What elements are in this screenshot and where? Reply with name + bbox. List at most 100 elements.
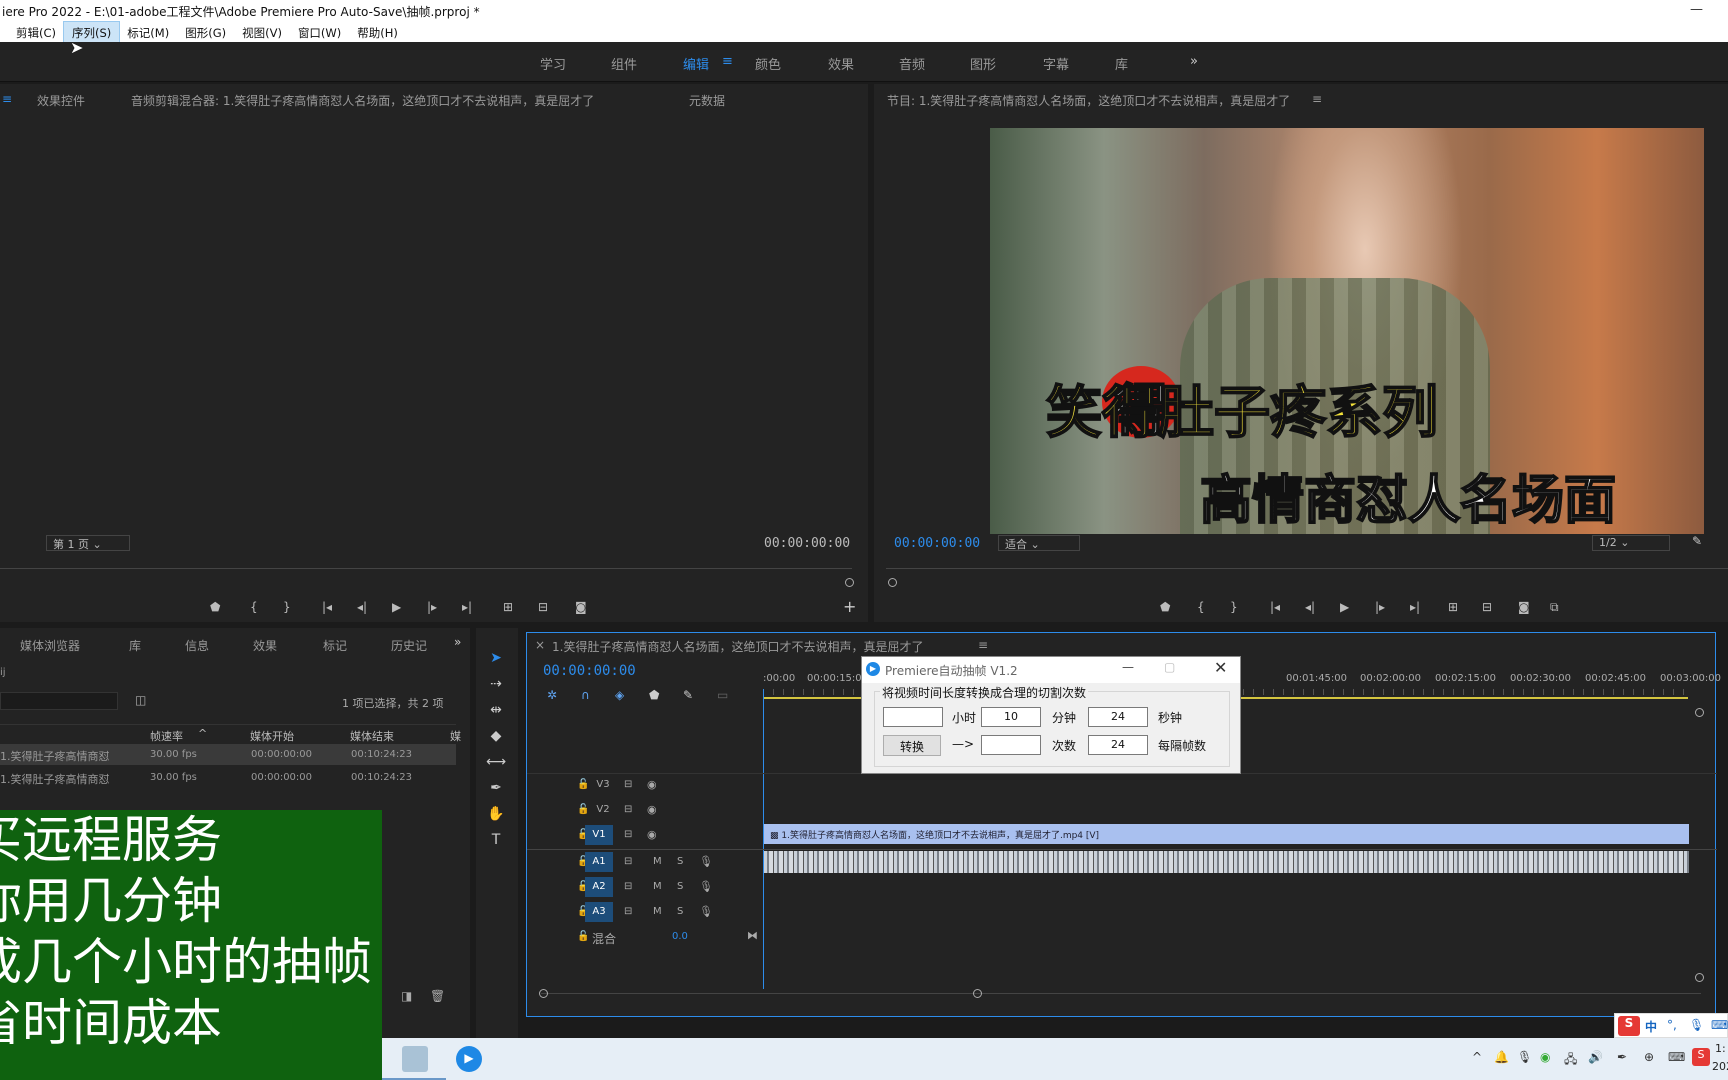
mute-button[interactable]: M [653,906,662,917]
wrench-icon[interactable]: ✎ [1692,534,1702,548]
program-menu-icon[interactable]: ≡ [1312,92,1322,106]
clock-date[interactable]: 202 [1712,1060,1728,1073]
timeline-scrollbar[interactable] [541,993,1701,994]
punct-icon[interactable]: °, [1667,1018,1677,1032]
track-label[interactable]: V3 [589,775,617,795]
slip-tool-icon[interactable]: ⟷ [486,754,506,774]
scroll-handle[interactable] [845,578,854,587]
source-scrubber[interactable] [0,568,852,569]
menu-view[interactable]: 视图(V) [234,22,290,42]
menu-markers[interactable]: 标记(M) [119,22,177,42]
table-row[interactable]: 1.笑得肚子疼高情商怼 30.00 fps 00:00:00:00 00:10:… [0,767,456,788]
new-bin-icon[interactable]: ◫ [135,693,146,707]
track-label[interactable]: A3 [585,902,613,922]
ws-color[interactable]: 颜色 [755,54,781,73]
scroll-start-handle[interactable] [539,989,548,998]
tab-media-browser[interactable]: 媒体浏览器 [20,637,80,654]
linked-select-icon[interactable]: ◈ [615,688,624,702]
mix-value[interactable]: 0.0 [672,931,688,942]
lift-icon[interactable]: ⊞ [1448,600,1458,614]
p-mark-out-icon[interactable]: } [1230,600,1238,614]
snap-icon[interactable]: ∩ [581,688,590,702]
tab-history[interactable]: 历史记 [391,637,427,654]
ime-lang[interactable]: 中 [1645,1018,1657,1035]
hours-input[interactable] [883,707,943,727]
p-camera-icon[interactable]: ◙ [1518,600,1530,614]
tab-info[interactable]: 信息 [185,637,209,654]
clock-time[interactable]: 1: [1715,1042,1726,1055]
convert-button[interactable]: 转换 [883,735,941,756]
more-chevron-icon[interactable]: » [1190,54,1198,69]
minimize-button[interactable]: — [1690,2,1703,17]
p-go-out-icon[interactable]: ▸| [1410,600,1420,614]
ws-libraries[interactable]: 库 [1115,54,1128,73]
minutes-input[interactable]: 10 [981,707,1041,727]
seconds-input[interactable]: 24 [1088,707,1148,727]
ime-keyboard-icon[interactable]: ⌨ [1711,1018,1728,1032]
mark-in-icon[interactable]: { [250,600,258,614]
p-mark-in-icon[interactable]: { [1197,600,1205,614]
go-to-out-icon[interactable]: ▸| [462,600,472,614]
settings-wrench-icon[interactable]: ✎ [683,688,693,702]
ws-captions[interactable]: 字幕 [1043,54,1069,73]
page-select[interactable]: 第 1 页 ⌄ [46,535,130,551]
tray-app-icon[interactable]: ◉ [1540,1050,1550,1064]
project-search-input[interactable] [0,692,118,710]
marker-icon[interactable]: ⬟ [210,600,220,614]
p-step-forward-icon[interactable]: |▸ [1375,600,1385,614]
ws-learn[interactable]: 学习 [540,54,566,73]
interval-input[interactable]: 24 [1088,735,1148,755]
lock-icon[interactable]: 🔓 [577,931,589,942]
extract-icon[interactable]: ⊟ [1482,600,1492,614]
razor-tool-icon[interactable]: ◆ [486,728,506,748]
pen-icon[interactable]: ✒ [1617,1050,1627,1064]
hand-tool-icon[interactable]: ✋ [486,806,506,826]
sync-icon[interactable]: ⊟ [624,804,632,815]
table-row[interactable]: 1.笑得肚子疼高情商怼 30.00 fps 00:00:00:00 00:10:… [0,744,456,765]
fit-select[interactable]: 适合 ⌄ [998,535,1080,551]
captions-icon[interactable]: ▭ [717,688,728,702]
dialog-maximize-button[interactable]: ▢ [1164,660,1175,674]
count-output[interactable] [981,735,1041,755]
timeline-menu-icon[interactable]: ≡ [978,638,988,652]
sogou-icon[interactable]: S [1692,1048,1710,1066]
close-tab-icon[interactable]: × [535,638,545,652]
sync-icon[interactable]: ⊟ [624,856,632,867]
ws-menu-icon[interactable]: ≡ [722,54,733,69]
v-scroll-handle-bottom[interactable] [1695,973,1704,982]
p-play-icon[interactable]: ▶ [1340,600,1349,614]
overwrite-icon[interactable]: ⊟ [538,600,548,614]
notes-app-icon[interactable] [402,1046,428,1072]
menu-edit[interactable]: 剪辑(C) [0,22,64,42]
trash-icon[interactable]: 🗑 [430,989,445,1003]
timeline-timecode[interactable]: 00:00:00:00 [543,663,636,679]
keyboard-icon[interactable]: ⌨ [1668,1050,1685,1064]
ws-effects[interactable]: 效果 [828,54,854,73]
type-tool-icon[interactable]: T [486,832,506,852]
new-item-icon[interactable]: ◨ [401,989,412,1003]
tray-bell-icon[interactable]: 🔔 [1494,1050,1509,1064]
menu-graphics[interactable]: 图形(G) [177,22,234,42]
program-scroll-handle[interactable] [888,578,897,587]
camera-icon[interactable]: ◙ [575,600,587,614]
sync-icon[interactable]: ⊟ [624,829,632,840]
dialog-close-button[interactable]: ✕ [1214,658,1227,677]
mute-button[interactable]: M [653,881,662,892]
sync-icon[interactable]: ⊟ [624,881,632,892]
track-label[interactable]: V1 [585,825,613,845]
sync-icon[interactable]: ⊟ [624,779,632,790]
mark-out-icon[interactable]: } [283,600,291,614]
mic-icon[interactable]: 🎙 [699,880,713,893]
solo-button[interactable]: S [677,906,683,917]
resolution-select[interactable]: 1/2 ⌄ [1592,535,1670,551]
eye-icon[interactable]: ◉ [647,778,657,791]
menu-window[interactable]: 窗口(W) [290,22,349,42]
frame-tool-app-icon[interactable]: ▶ [456,1046,482,1072]
mute-button[interactable]: M [653,856,662,867]
tab-metadata[interactable]: 元数据 [689,92,725,109]
ime-mode-icon[interactable]: ⊕ [1644,1050,1654,1064]
panel-menu-icon[interactable]: ≡ [2,92,12,106]
col-framerate[interactable]: 帧速率 [150,728,183,744]
step-back-icon[interactable]: ◂| [357,600,367,614]
solo-button[interactable]: S [677,856,683,867]
